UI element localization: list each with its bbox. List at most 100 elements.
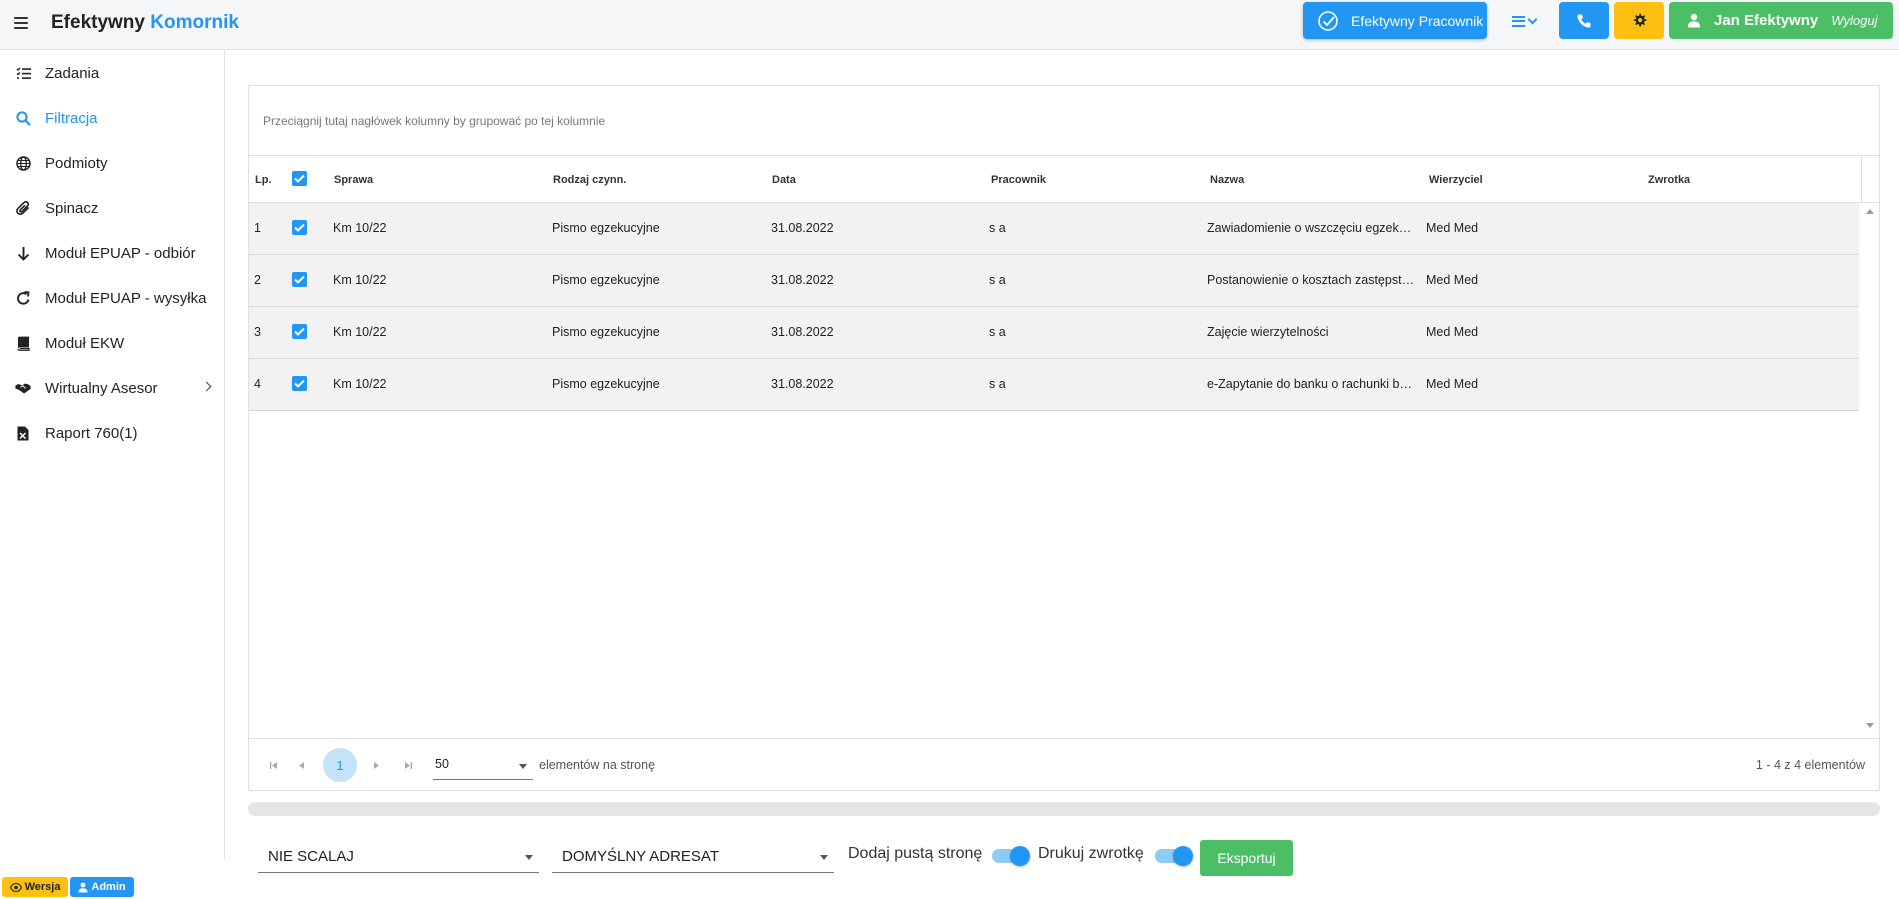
excel-file-icon <box>15 425 31 441</box>
cell-wierzyciel: Med Med <box>1426 325 1479 339</box>
horizontal-scrollbar[interactable] <box>248 802 1880 816</box>
row-checkbox[interactable] <box>292 220 307 235</box>
group-drop-area[interactable]: Przeciągnij tutaj nagłówek kolumny by gr… <box>249 86 1879 156</box>
cell-data: 31.08.2022 <box>771 377 834 391</box>
last-page-icon[interactable] <box>403 760 413 770</box>
brand-logo[interactable]: Efektywny Komornik <box>51 12 239 34</box>
column-header-data[interactable]: Data <box>772 174 796 186</box>
first-page-icon[interactable] <box>269 760 279 770</box>
cell-data: 31.08.2022 <box>771 221 834 235</box>
sidebar-item-label: Moduł EPUAP - wysyłka <box>45 289 207 307</box>
sidebar-item-spinacz[interactable]: Spinacz <box>0 188 224 228</box>
scroll-down-icon[interactable] <box>1866 723 1874 728</box>
blank-page-toggle[interactable] <box>992 846 1030 866</box>
sidebar-item-zadania[interactable]: Zadania <box>0 53 224 93</box>
blank-page-label: Dodaj pustą stronę <box>848 845 983 862</box>
user-icon <box>1687 13 1701 28</box>
book-icon <box>15 335 31 351</box>
settings-button[interactable] <box>1614 2 1664 39</box>
page-number-current[interactable]: 1 <box>323 748 357 782</box>
cell-data: 31.08.2022 <box>771 273 834 287</box>
print-return-label: Drukuj zwrotkę <box>1038 845 1144 862</box>
page-size-value: 50 <box>435 757 449 771</box>
sidebar-item-label: Spinacz <box>45 199 99 217</box>
column-header-nazwa[interactable]: Nazwa <box>1210 174 1244 186</box>
hamburger-menu-icon[interactable] <box>14 17 28 29</box>
dropdown-arrow-icon <box>820 855 828 860</box>
version-badge[interactable]: Wersja <box>2 877 68 897</box>
cell-nazwa: e-Zapytanie do banku o rachunki bankowe <box>1207 377 1416 391</box>
pager: 1 50 elementów na stronę 1 - 4 z 4 eleme… <box>249 738 1879 790</box>
cell-rodzaj: Pismo egzekucyjne <box>552 377 660 391</box>
sidebar-item-label: Filtracja <box>45 109 98 127</box>
column-header-lp[interactable]: Lp. <box>255 174 272 186</box>
column-header-rodzaj[interactable]: Rodzaj czynn. <box>553 174 626 186</box>
sidebar-item-raport[interactable]: Raport 760(1) <box>0 413 224 453</box>
admin-badge[interactable]: Admin <box>70 877 134 897</box>
logout-link[interactable]: Wyloguj <box>1831 13 1877 28</box>
sidebar-item-podmioty[interactable]: Podmioty <box>0 143 224 183</box>
cell-nazwa: Zajęcie wierzytelności <box>1207 325 1329 339</box>
column-header-pracownik[interactable]: Pracownik <box>991 174 1046 186</box>
previous-page-icon[interactable] <box>297 760 307 770</box>
top-bar: Efektywny Komornik Efektywny Pracownik J… <box>0 0 1899 50</box>
user-icon <box>78 882 88 892</box>
cell-pracownik: s a <box>989 325 1006 339</box>
efektywny-pracownik-button[interactable]: Efektywny Pracownik <box>1303 2 1487 39</box>
version-badge-label: Wersja <box>24 881 61 893</box>
cell-pracownik: s a <box>989 377 1006 391</box>
cell-sprawa: Km 10/22 <box>333 273 387 287</box>
cell-lp: 2 <box>254 273 261 287</box>
row-checkbox[interactable] <box>292 324 307 339</box>
cell-data: 31.08.2022 <box>771 325 834 339</box>
row-checkbox[interactable] <box>292 376 307 391</box>
chevron-right-icon <box>201 381 212 392</box>
page-size-select[interactable]: 50 <box>433 752 533 780</box>
toggle-knob <box>1010 846 1030 866</box>
column-header-sprawa[interactable]: Sprawa <box>334 174 373 186</box>
sidebar-item-label: Raport 760(1) <box>45 424 138 442</box>
sidebar-item-filtracja[interactable]: Filtracja <box>0 98 224 138</box>
cell-sprawa: Km 10/22 <box>333 325 387 339</box>
group-hint: Przeciągnij tutaj nagłówek kolumny by gr… <box>263 114 606 128</box>
next-page-icon[interactable] <box>371 760 381 770</box>
vertical-scrollbar[interactable] <box>1861 203 1879 734</box>
table-row[interactable]: 4 Km 10/22 Pismo egzekucyjne 31.08.2022 … <box>249 359 1859 411</box>
checkbox-checked-icon <box>292 220 307 235</box>
column-header-zwrotka[interactable]: Zwrotka <box>1648 174 1690 186</box>
cell-pracownik: s a <box>989 273 1006 287</box>
admin-badge-label: Admin <box>91 881 126 893</box>
sidebar-item-label: Moduł EKW <box>45 334 125 352</box>
gear-icon <box>1633 13 1646 27</box>
merge-mode-select[interactable]: NIE SCALAJ <box>258 840 539 873</box>
sidebar-item-epuap-odbior[interactable]: Moduł EPUAP - odbiór <box>0 233 224 273</box>
export-button[interactable]: Eksportuj <box>1200 840 1293 876</box>
user-name: Jan Efektywny <box>1714 12 1819 29</box>
globe-icon <box>15 155 31 171</box>
row-checkbox[interactable] <box>292 272 307 287</box>
column-header-wierzyciel[interactable]: Wierzyciel <box>1429 174 1483 186</box>
scroll-up-icon[interactable] <box>1866 209 1874 214</box>
efektywny-pracownik-label: Efektywny Pracownik <box>1351 12 1484 29</box>
print-return-toggle[interactable] <box>1155 846 1193 866</box>
app-menu-dropdown[interactable] <box>1500 5 1548 37</box>
phone-button[interactable] <box>1559 2 1609 39</box>
cell-wierzyciel: Med Med <box>1426 377 1479 391</box>
page-size-label: elementów na stronę <box>539 758 656 772</box>
addressee-select[interactable]: DOMYŚLNY ADRESAT <box>552 840 834 873</box>
sidebar-item-epuap-wysylka[interactable]: Moduł EPUAP - wysyłka <box>0 278 224 318</box>
table-row[interactable]: 1 Km 10/22 Pismo egzekucyjne 31.08.2022 … <box>249 203 1859 255</box>
search-icon <box>15 110 31 126</box>
cell-lp: 1 <box>254 221 261 235</box>
pager-info: 1 - 4 z 4 elementów <box>1755 758 1865 772</box>
select-all-checkbox[interactable] <box>292 171 307 186</box>
sidebar: Zadania Filtracja Podmioty Spinacz Moduł… <box>0 50 225 860</box>
sidebar-item-ekw[interactable]: Moduł EKW <box>0 323 224 363</box>
user-logout-button[interactable]: Jan Efektywny Wyloguj <box>1669 2 1893 39</box>
cell-sprawa: Km 10/22 <box>333 221 387 235</box>
phone-icon <box>1577 14 1591 28</box>
table-row[interactable]: 3 Km 10/22 Pismo egzekucyjne 31.08.2022 … <box>249 307 1859 359</box>
merge-mode-value: NIE SCALAJ <box>268 848 354 865</box>
sidebar-item-wirtualny-asesor[interactable]: Wirtualny Asesor <box>0 368 224 408</box>
table-row[interactable]: 2 Km 10/22 Pismo egzekucyjne 31.08.2022 … <box>249 255 1859 307</box>
